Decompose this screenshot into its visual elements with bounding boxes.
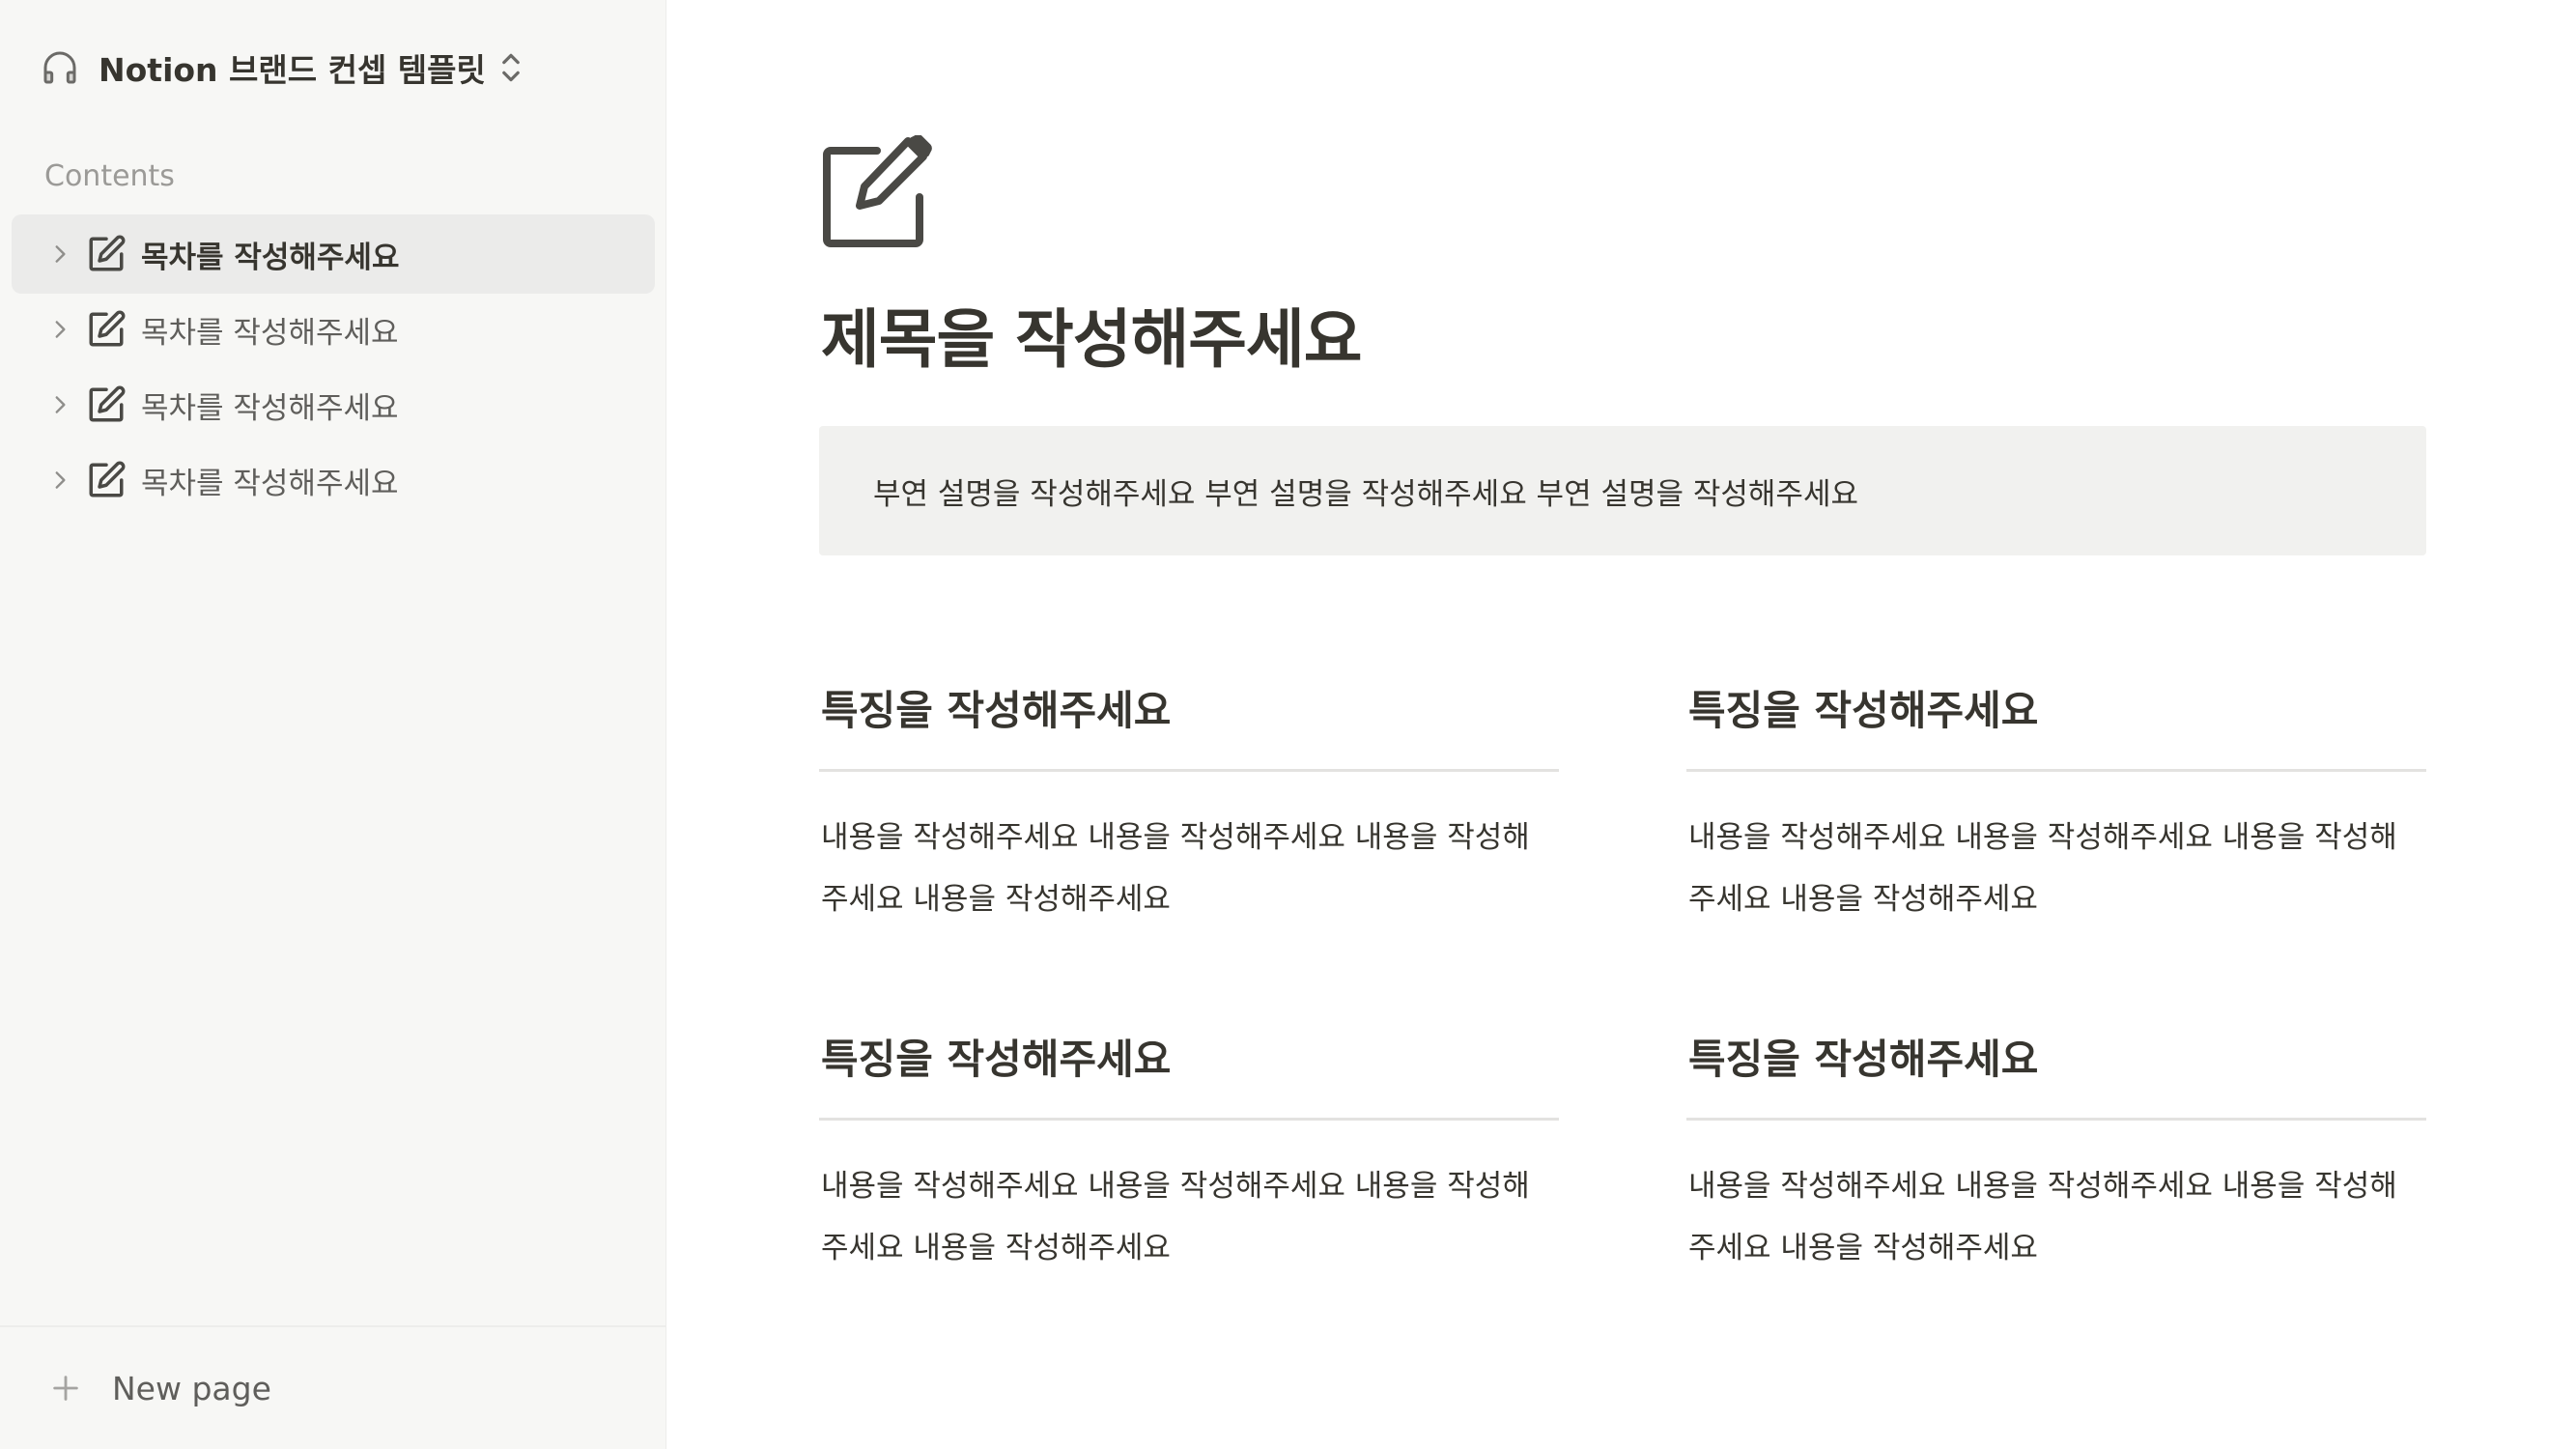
divider xyxy=(819,1118,1559,1121)
sidebar-item-4[interactable]: 목차를 작성해주세요 xyxy=(12,440,655,520)
feature-heading: 특징을 작성해주세요 xyxy=(821,687,1172,734)
feature-body: 내용을 작성해주세요 내용을 작성해주세요 내용을 작성해주세요 내용을 작성해… xyxy=(821,820,1530,917)
new-page-label: New page xyxy=(112,1369,271,1407)
chevron-right-icon[interactable] xyxy=(44,239,75,270)
workspace-name: Notion 브랜드 컨셉 템플릿 xyxy=(99,51,486,89)
callout-text: 부연 설명을 작성해주세요 부연 설명을 작성해주세요 부연 설명을 작성해주세… xyxy=(873,476,1858,512)
feature-body: 내용을 작성해주세요 내용을 작성해주세요 내용을 작성해주세요 내용을 작성해… xyxy=(1688,1169,2397,1265)
sidebar-nav: 목차를 작성해주세요 목차를 작성해주세요 목차를 작성해주세요 목차를 작성해… xyxy=(12,214,655,520)
section-label-contents: Contents xyxy=(44,159,175,193)
workspace-switcher[interactable]: Notion 브랜드 컨셉 템플릿 xyxy=(39,43,523,93)
divider xyxy=(819,769,1559,772)
edit-note-icon[interactable] xyxy=(819,134,935,251)
edit-note-icon xyxy=(85,308,127,351)
plus-icon xyxy=(46,1369,85,1407)
chevron-right-icon[interactable] xyxy=(44,314,75,345)
callout-block[interactable]: 부연 설명을 작성해주세요 부연 설명을 작성해주세요 부연 설명을 작성해주세… xyxy=(819,426,2426,555)
sidebar-item-label: 목차를 작성해주세요 xyxy=(141,240,400,275)
feature-block[interactable]: 특징을 작성해주세요 내용을 작성해주세요 내용을 작성해주세요 내용을 작성해… xyxy=(819,682,1559,930)
page-content: 제목을 작성해주세요 부연 설명을 작성해주세요 부연 설명을 작성해주세요 부… xyxy=(666,0,2576,1449)
sidebar-item-1[interactable]: 목차를 작성해주세요 xyxy=(12,214,655,294)
divider xyxy=(1686,769,2426,772)
new-page-button[interactable]: New page xyxy=(0,1325,666,1449)
feature-block[interactable]: 특징을 작성해주세요 내용을 작성해주세요 내용을 작성해주세요 내용을 작성해… xyxy=(1686,1031,2426,1279)
sidebar: Notion 브랜드 컨셉 템플릿 Contents 목차를 작성해주세요 목차… xyxy=(0,0,666,1449)
feature-block[interactable]: 특징을 작성해주세요 내용을 작성해주세요 내용을 작성해주세요 내용을 작성해… xyxy=(1686,682,2426,930)
feature-body: 내용을 작성해주세요 내용을 작성해주세요 내용을 작성해주세요 내용을 작성해… xyxy=(821,1169,1530,1265)
sidebar-item-label: 목차를 작성해주세요 xyxy=(141,315,399,351)
feature-block[interactable]: 특징을 작성해주세요 내용을 작성해주세요 내용을 작성해주세요 내용을 작성해… xyxy=(819,1031,1559,1279)
sidebar-item-3[interactable]: 목차를 작성해주세요 xyxy=(12,365,655,444)
sidebar-item-label: 목차를 작성해주세요 xyxy=(141,466,399,501)
edit-note-icon xyxy=(85,233,127,275)
feature-body: 내용을 작성해주세요 내용을 작성해주세요 내용을 작성해주세요 내용을 작성해… xyxy=(1688,820,2397,917)
feature-heading: 특징을 작성해주세요 xyxy=(1688,1036,2039,1083)
sidebar-item-2[interactable]: 목차를 작성해주세요 xyxy=(12,290,655,369)
sidebar-item-label: 목차를 작성해주세요 xyxy=(141,390,399,426)
headphones-icon xyxy=(39,46,81,89)
chevron-right-icon[interactable] xyxy=(44,389,75,420)
chevron-up-down-icon xyxy=(499,50,523,85)
chevron-right-icon[interactable] xyxy=(44,465,75,496)
feature-heading: 특징을 작성해주세요 xyxy=(1688,687,2039,734)
divider xyxy=(1686,1118,2426,1121)
edit-note-icon xyxy=(85,459,127,501)
page-title[interactable]: 제목을 작성해주세요 xyxy=(821,288,1362,381)
app-window: Notion 브랜드 컨셉 템플릿 Contents 목차를 작성해주세요 목차… xyxy=(0,0,2576,1449)
edit-note-icon xyxy=(85,384,127,426)
feature-heading: 특징을 작성해주세요 xyxy=(821,1036,1172,1083)
